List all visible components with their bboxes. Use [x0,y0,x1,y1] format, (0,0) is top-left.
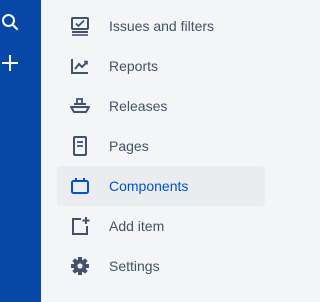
sidebar-item-settings[interactable]: Settings [57,246,265,286]
sidebar-item-label: Pages [109,138,149,154]
sidebar-item-label: Releases [109,98,168,114]
global-sidebar [0,0,41,302]
settings-icon [69,256,91,276]
add-item-icon [69,216,91,236]
sidebar-item-label: Reports [109,58,159,74]
releases-icon [69,96,91,116]
sidebar-item-label: Issues and filters [109,18,215,34]
sidebar-item-label: Settings [109,258,160,274]
sidebar-item-label: Components [109,178,189,194]
sidebar-item-releases[interactable]: Releases [57,86,265,126]
sidebar-item-reports[interactable]: Reports [57,46,265,86]
create-icon[interactable] [0,53,20,73]
project-sidebar: Issues and filters Reports Releases Page… [41,0,290,302]
sidebar-item-add-item[interactable]: Add item [57,206,265,246]
sidebar-item-issues-and-filters[interactable]: Issues and filters [57,6,265,46]
reports-icon [69,56,91,76]
components-icon [69,176,91,196]
issues-icon [69,16,91,36]
search-icon[interactable] [0,12,20,32]
pages-icon [69,136,91,156]
sidebar-item-label: Add item [109,218,165,234]
sidebar-item-components[interactable]: Components [57,166,265,206]
sidebar-item-pages[interactable]: Pages [57,126,265,166]
